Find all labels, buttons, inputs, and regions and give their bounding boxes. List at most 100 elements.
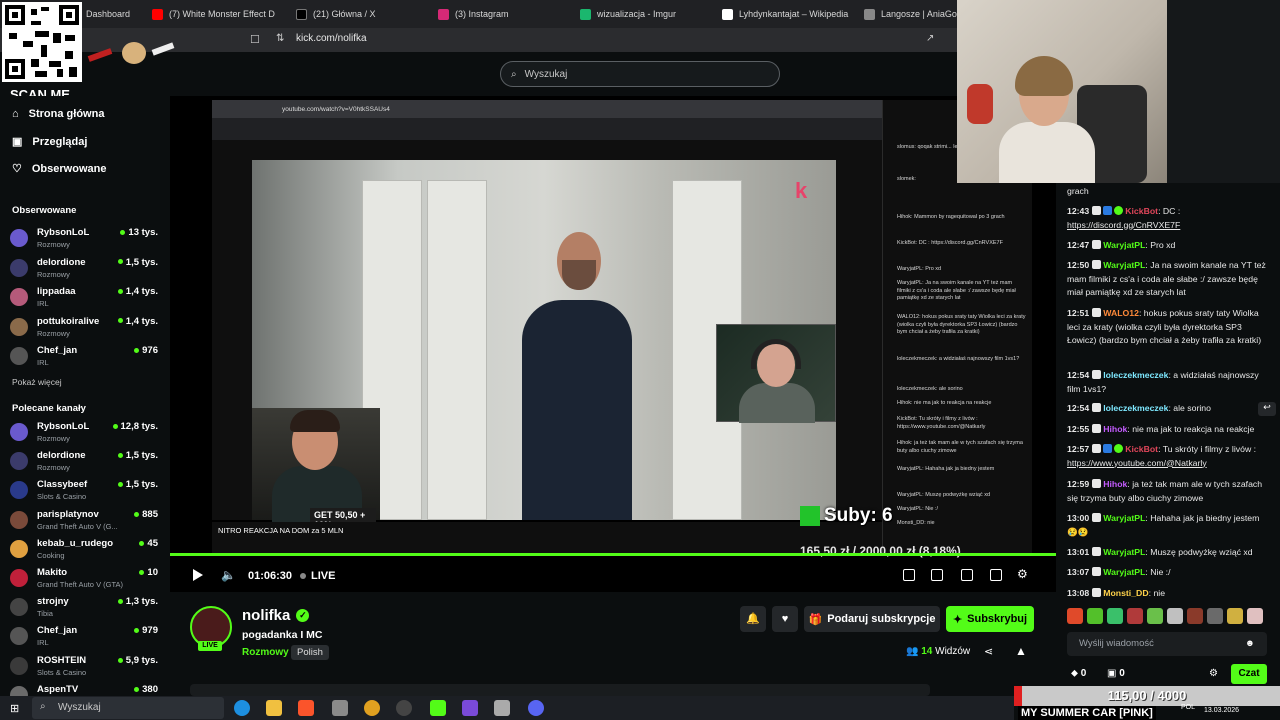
emote-icon[interactable] — [1067, 608, 1083, 624]
chat-message[interactable]: 12:47 WaryjatPL: Pro xd — [1067, 239, 1267, 253]
chat-message[interactable]: 12:57 KickBot: Tu skróty i filmy z livów … — [1067, 443, 1267, 470]
chat-link[interactable]: https://www.youtube.com/@Natkarly — [1067, 458, 1207, 468]
chat-username[interactable]: WaryjatPL — [1103, 260, 1145, 270]
notification-bell-icon[interactable]: 🔔 — [740, 606, 766, 632]
chat-settings-icon[interactable]: ⚙ — [1209, 668, 1218, 679]
app-icon[interactable] — [332, 700, 348, 716]
emote-icon[interactable] — [1147, 608, 1163, 624]
emote-bar[interactable] — [1067, 608, 1267, 624]
emote-icon[interactable] — [1247, 608, 1263, 624]
theater-icon[interactable] — [961, 569, 973, 581]
gift-subs-button[interactable]: 🎁 Podaruj subskrypcje — [804, 606, 940, 632]
clip-icon[interactable] — [931, 569, 943, 581]
chat-message[interactable]: 13:08 Monsti_DD: nie — [1067, 587, 1267, 601]
chat-username[interactable]: WaryjatPL — [1103, 513, 1145, 523]
sidebar-channel[interactable]: ROSHTEIN Slots & Casino 5,9 tys. — [10, 653, 162, 681]
emote-icon[interactable] — [1107, 608, 1123, 624]
emote-icon[interactable] — [1127, 608, 1143, 624]
sidebar-channel[interactable]: RybsonLoL Rozmowy 13 tys. — [10, 225, 162, 253]
browser-tab[interactable]: (7) White Monster Effect D — [152, 0, 275, 28]
edge-icon[interactable] — [234, 700, 250, 716]
chat-username[interactable]: Monsti_DD — [1103, 588, 1148, 598]
volume-icon[interactable]: 🔈 — [221, 568, 236, 582]
chat-message[interactable]: 13:01 WaryjatPL: Muszę podwyżkę wziąć xd — [1067, 546, 1267, 560]
sidebar-channel[interactable]: RybsonLoL Rozmowy 12,8 tys. — [10, 419, 162, 447]
live-indicator[interactable]: LIVE — [300, 570, 335, 582]
sidebar-channel[interactable]: parisplatynov Grand Theft Auto V (G... 885 — [10, 507, 162, 535]
browser-tab[interactable]: wizualizacja - Imgur — [580, 0, 676, 28]
show-more-link[interactable]: Pokaż więcej — [12, 377, 62, 387]
emoji-icon[interactable]: ☻ — [1245, 638, 1255, 649]
emote-icon[interactable] — [1087, 608, 1103, 624]
obs-icon[interactable] — [396, 700, 412, 716]
chat-username[interactable]: loleczekmeczek — [1103, 403, 1168, 413]
windows-start-icon[interactable]: ⊞ — [10, 702, 19, 715]
chat-message[interactable]: 12:50 WaryjatPL: Ja na swoim kanale na YT… — [1067, 259, 1267, 300]
sidebar-channel[interactable]: Chef_jan IRL 976 — [10, 343, 162, 371]
app-icon[interactable] — [462, 700, 478, 716]
kick-icon[interactable] — [430, 700, 446, 716]
chat-message[interactable]: 13:00 WaryjatPL: Hahaha jak ja biedny jes… — [1067, 512, 1267, 539]
streamer-name[interactable]: nolifka ✓ — [242, 607, 310, 624]
chat-username[interactable]: WaryjatPL — [1103, 240, 1145, 250]
reply-icon[interactable]: ↩ — [1258, 402, 1276, 416]
language-tag[interactable]: Polish — [291, 645, 329, 660]
discord-icon[interactable] — [528, 700, 544, 716]
subscribe-button[interactable]: ✦ Subskrybuj — [946, 606, 1034, 632]
explorer-icon[interactable] — [266, 700, 282, 716]
sidebar-channel[interactable]: strojny Tibia 1,3 tys. — [10, 594, 162, 622]
search-input[interactable]: ⌕ Wyszukaj — [500, 61, 780, 87]
send-chat-button[interactable]: Czat — [1231, 664, 1267, 684]
stream-category[interactable]: Rozmowy — [242, 647, 289, 658]
gift-count-icon[interactable]: ▣ 0 — [1107, 668, 1125, 679]
share-icon[interactable]: ↗ — [926, 33, 934, 44]
chat-message[interactable]: 12:59 Hihok: ja też tak mam ale w tych sz… — [1067, 478, 1267, 505]
chat-message[interactable]: 12:51 WALO12: hokus pokus sraty taty Wiol… — [1067, 307, 1267, 348]
browser-tab[interactable]: (3) Instagram — [438, 0, 509, 28]
emote-icon[interactable] — [1167, 608, 1183, 624]
sidebar-channel[interactable]: lippadaa IRL 1,4 tys. — [10, 284, 162, 312]
sidebar-channel[interactable]: delordione Rozmowy 1,5 tys. — [10, 448, 162, 476]
sidebar-channel[interactable]: pottukoiralive Rozmowy 1,4 tys. — [10, 314, 162, 342]
chat-message[interactable]: 12:55 Hihok: nie ma jak to reakcja na rea… — [1067, 423, 1267, 437]
chat-message[interactable]: 12:54 loleczekmeczek: a widziałaś najnows… — [1067, 369, 1267, 396]
language-indicator[interactable]: POL — [1181, 704, 1195, 711]
sidebar-channel[interactable]: Makito Grand Theft Auto V (GTA) 10 — [10, 565, 162, 593]
nav-home[interactable]: ⌂ Strona główna — [12, 108, 104, 120]
sidebar-channel[interactable]: delordione Rozmowy 1,5 tys. — [10, 255, 162, 283]
browser-tab[interactable]: Langosze | AniaGotuje — [864, 0, 971, 28]
site-info-icon[interactable]: ⇅ — [276, 33, 284, 44]
nav-browse[interactable]: ▣ Przeglądaj — [12, 135, 87, 149]
chat-message[interactable]: 12:54 loleczekmeczek: ale sorino — [1067, 402, 1267, 416]
report-icon[interactable]: ▲ — [1015, 644, 1027, 658]
sidebar-channel[interactable]: Classybeef Slots & Casino 1,5 tys. — [10, 477, 162, 505]
play-icon[interactable] — [193, 569, 203, 581]
chat-username[interactable]: loleczekmeczek — [1103, 370, 1168, 380]
chat-message[interactable]: 12:43 KickBot: DC : https://discord.gg/Cn… — [1067, 205, 1267, 232]
browser-tab[interactable]: (21) Główna / X — [296, 0, 376, 28]
sidebar-channel[interactable]: kebab_u_rudego Cooking 45 — [10, 536, 162, 564]
app-icon[interactable] — [494, 700, 510, 716]
nav-following[interactable]: ♡ Obserwowane — [12, 162, 106, 176]
pip-icon[interactable] — [903, 569, 915, 581]
live-progress-bar[interactable] — [170, 553, 1056, 556]
share-icon[interactable]: ⋖ — [984, 645, 993, 658]
emote-icon[interactable] — [1187, 608, 1203, 624]
emote-icon[interactable] — [1227, 608, 1243, 624]
chat-username[interactable]: Hihok — [1103, 479, 1127, 489]
follow-heart-icon[interactable]: ♥ — [772, 606, 798, 632]
taskbar-search[interactable]: ⌕ Wyszukaj — [32, 697, 224, 719]
chat-username[interactable]: WALO12 — [1103, 308, 1139, 318]
bookmark-icon[interactable]: ☐ — [250, 33, 260, 46]
fullscreen-icon[interactable] — [990, 569, 1002, 581]
sidebar-channel[interactable]: Chef_jan IRL 979 — [10, 623, 162, 651]
chat-input[interactable]: Wyślij wiadomość ☻ — [1067, 632, 1267, 656]
url-text[interactable]: kick.com/nolifka — [296, 33, 367, 44]
chrome-icon[interactable] — [364, 700, 380, 716]
chat-username[interactable]: KickBot — [1125, 206, 1158, 216]
chat-username[interactable]: WaryjatPL — [1103, 547, 1145, 557]
points-icon[interactable]: ⬥ 0 — [1071, 668, 1086, 679]
chat-username[interactable]: Hihok — [1103, 424, 1127, 434]
chat-link[interactable]: https://discord.gg/CnRVXE7F — [1067, 220, 1180, 230]
chat-username[interactable]: KickBot — [1125, 444, 1158, 454]
